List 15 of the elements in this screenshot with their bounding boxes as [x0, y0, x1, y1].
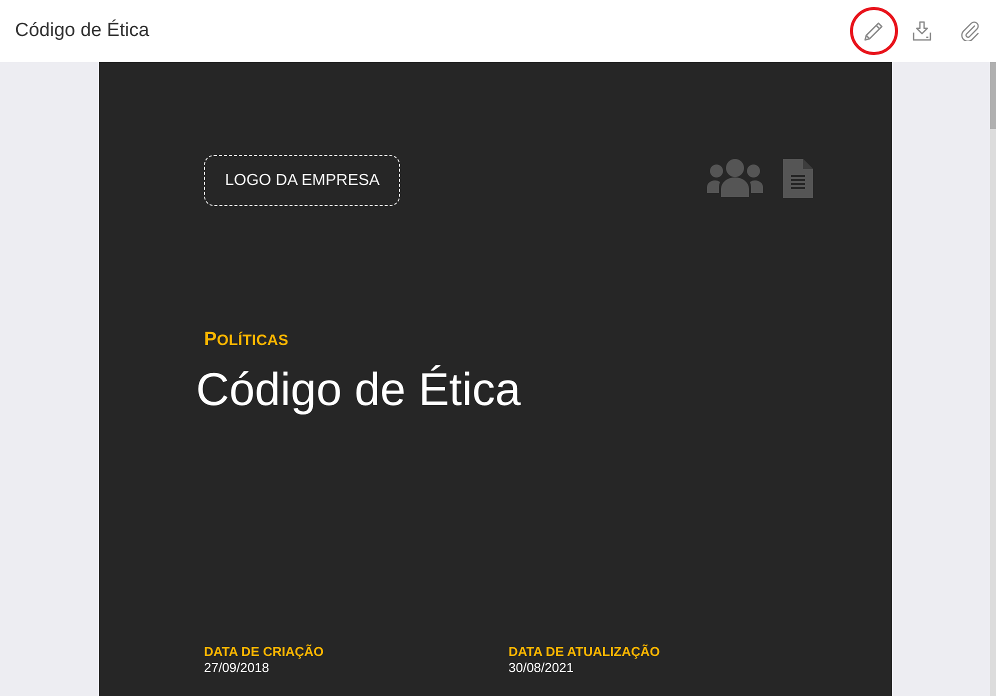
- people-icon: [707, 159, 763, 197]
- scrollbar-track[interactable]: [990, 62, 996, 696]
- category-label: POLÍTICAS: [204, 330, 288, 351]
- date-value: 27/09/2018: [204, 660, 270, 675]
- date-label: DATA DE CRIAÇÃO: [204, 644, 324, 660]
- logo-placeholder-label: LOGO DA EMPRESA: [225, 171, 380, 191]
- scrollbar-thumb[interactable]: [990, 62, 996, 129]
- date-label: DATA DE ATUALIZAÇÃO: [508, 644, 660, 660]
- document-title: Código de Ética: [15, 20, 150, 42]
- document-icon: [783, 159, 813, 198]
- paperclip-icon: [960, 21, 980, 41]
- document-heading: Código de Ética: [196, 362, 521, 417]
- pencil-icon: [864, 21, 884, 41]
- date-value: 30/08/2021: [508, 660, 574, 675]
- download-icon: [912, 21, 932, 41]
